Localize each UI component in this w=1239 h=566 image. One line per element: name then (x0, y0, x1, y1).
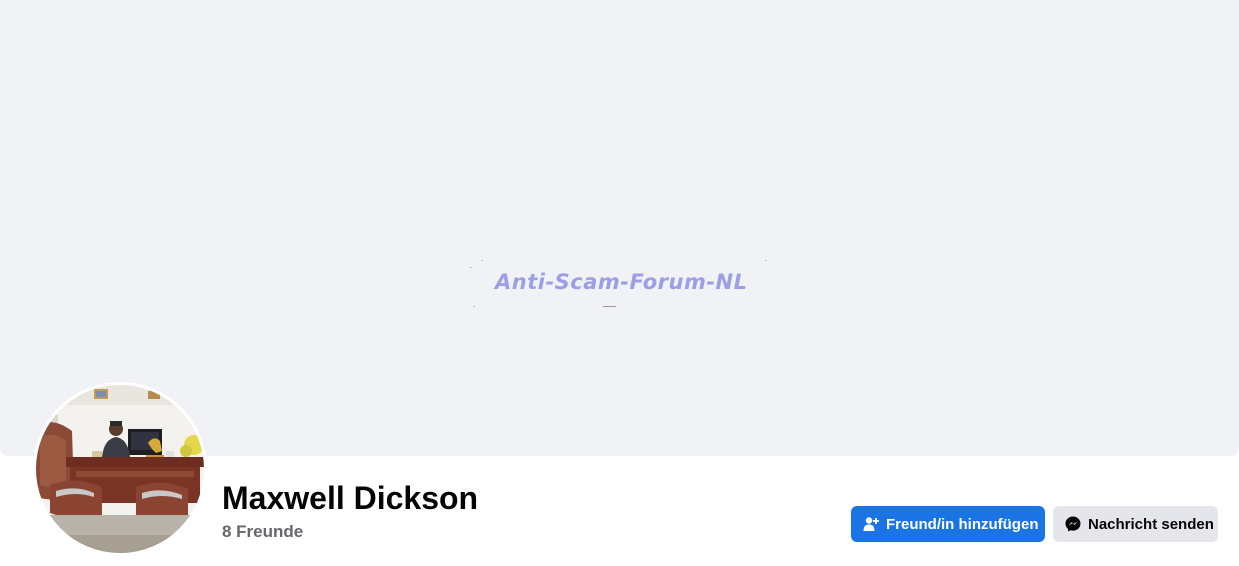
cover-speck (473, 306, 475, 307)
cover-speck (481, 260, 483, 261)
person-add-icon (863, 516, 879, 532)
add-friend-button[interactable]: Freund/in hinzufügen (851, 506, 1045, 542)
profile-name[interactable]: Maxwell Dickson (222, 479, 478, 517)
friends-count[interactable]: 8 Freunde (222, 522, 303, 542)
avatar[interactable] (36, 385, 204, 553)
send-message-label: Nachricht senden (1088, 515, 1214, 533)
add-friend-label: Freund/in hinzufügen (886, 515, 1039, 533)
profile-page: Anti-Scam-Forum-NL Maxwell Dickson 8 Fre… (0, 0, 1239, 566)
watermark-underline (603, 306, 616, 307)
cover-watermark: Anti-Scam-Forum-NL (495, 270, 748, 294)
avatar-photo (36, 385, 204, 553)
cover-photo[interactable]: Anti-Scam-Forum-NL (0, 0, 1239, 456)
cover-speck (470, 267, 472, 268)
send-message-button[interactable]: Nachricht senden (1053, 506, 1218, 542)
cover-speck (765, 260, 767, 261)
messenger-icon (1065, 516, 1081, 532)
